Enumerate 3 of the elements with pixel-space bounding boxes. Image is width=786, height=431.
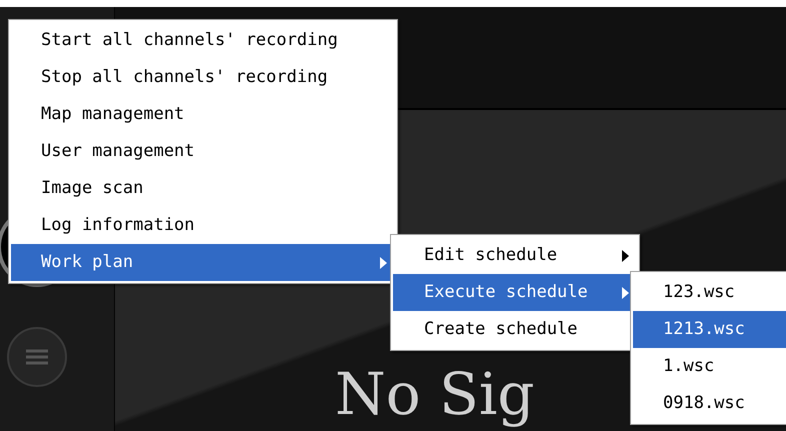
menu-item[interactable]: 1213.wsc <box>633 311 786 348</box>
list-icon <box>26 349 48 365</box>
no-signal-text: No Sig <box>335 360 535 430</box>
